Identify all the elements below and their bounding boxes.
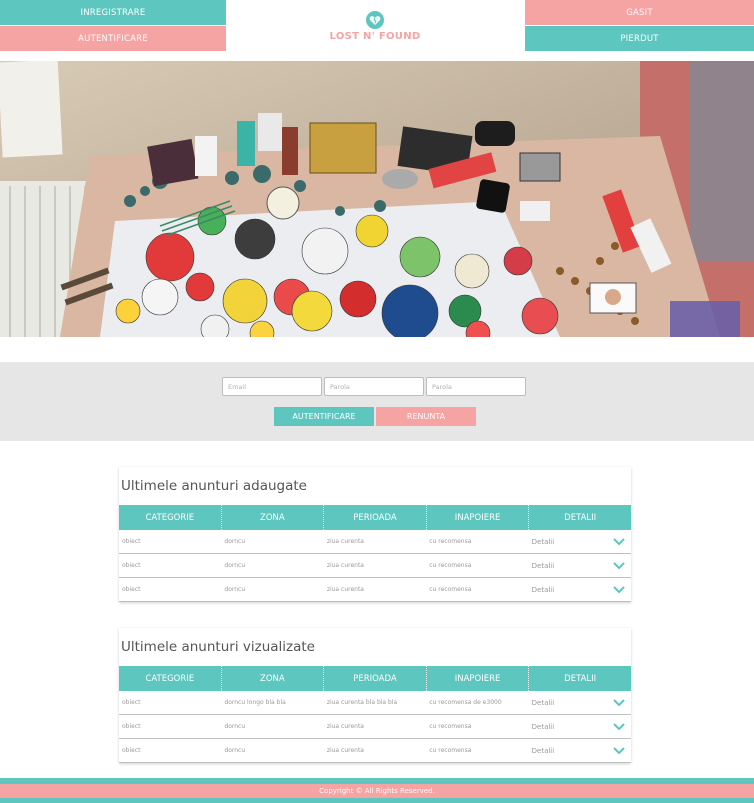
recent-viewed-panel: Ultimele anunturi vizualizate CATEGORIE …: [119, 628, 631, 763]
cell-perioada: ziua curenta: [326, 723, 364, 730]
cell-inapoiere: cu recomensa: [429, 562, 472, 569]
column-header-detalii[interactable]: DETALII: [529, 505, 631, 530]
panel-title: Ultimele anunturi adaugate: [121, 478, 307, 494]
cell-categorie: obiect: [122, 562, 141, 569]
cell-zona: dorncu longo bla bla: [224, 699, 286, 706]
cell-zona: dorncu: [224, 747, 246, 754]
details-link[interactable]: Detalii: [532, 747, 555, 755]
login-cancel-button[interactable]: RENUNTA: [376, 407, 476, 426]
column-header-categorie[interactable]: CATEGORIE: [119, 666, 222, 691]
cell-inapoiere: cu recomensa de e3000: [429, 699, 502, 706]
table-row[interactable]: obiect dorncu ziua curenta cu recomensa …: [119, 554, 631, 578]
details-link[interactable]: Detalii: [532, 562, 555, 570]
column-header-zona[interactable]: ZONA: [221, 666, 325, 691]
cell-detalii: Detalii: [529, 691, 631, 714]
chevron-down-icon[interactable]: [613, 561, 625, 570]
cell-detalii: Detalii: [529, 554, 631, 577]
site-footer: Copyright © All Rights Reserved.: [0, 784, 754, 798]
cell-inapoiere: cu recomensa: [429, 723, 472, 730]
details-link[interactable]: Detalii: [532, 723, 555, 731]
hero-image: [0, 61, 754, 337]
table-header: CATEGORIE ZONA PERIOADA INAPOIERE DETALI…: [119, 505, 631, 530]
column-header-zona[interactable]: ZONA: [221, 505, 325, 530]
cell-perioada: ziua curenta: [326, 538, 364, 545]
cell-zona: dorncu: [224, 538, 246, 545]
cell-zona: dorncu: [224, 723, 246, 730]
cell-perioada: ziua curenta: [326, 747, 364, 754]
column-header-detalii[interactable]: DETALII: [529, 666, 631, 691]
column-header-inapoiere[interactable]: INAPOIERE: [426, 505, 530, 530]
cell-categorie: obiect: [122, 586, 141, 593]
chevron-down-icon[interactable]: [613, 537, 625, 546]
table-header: CATEGORIE ZONA PERIOADA INAPOIERE DETALI…: [119, 666, 631, 691]
cell-categorie: obiect: [122, 699, 141, 706]
panel-title: Ultimele anunturi vizualizate: [121, 639, 315, 655]
cell-detalii: Detalii: [529, 739, 631, 762]
chevron-down-icon[interactable]: [613, 746, 625, 755]
chevron-down-icon[interactable]: [613, 585, 625, 594]
cell-categorie: obiect: [122, 538, 141, 545]
cell-zona: dorncu: [224, 562, 246, 569]
password-field[interactable]: [324, 377, 424, 396]
column-header-perioada[interactable]: PERIOADA: [324, 666, 427, 691]
table-row[interactable]: obiect dorncu ziua curenta cu recomensa …: [119, 739, 631, 763]
table-row[interactable]: obiect dorncu ziua curenta cu recomensa …: [119, 715, 631, 739]
table-row[interactable]: obiect dorncu ziua curenta cu recomensa …: [119, 530, 631, 554]
cell-perioada: ziua curenta: [326, 586, 364, 593]
chevron-down-icon[interactable]: [613, 722, 625, 731]
details-link[interactable]: Detalii: [532, 699, 555, 707]
cell-inapoiere: cu recomensa: [429, 586, 472, 593]
lost-items-photo: [0, 61, 754, 337]
recent-added-panel: Ultimele anunturi adaugate CATEGORIE ZON…: [119, 467, 631, 602]
cell-inapoiere: cu recomensa: [429, 747, 472, 754]
cell-detalii: Detalii: [529, 578, 631, 601]
login-submit-button[interactable]: AUTENTIFICARE: [274, 407, 374, 426]
cell-perioada: ziua curenta bla bla bla: [326, 699, 398, 706]
column-header-inapoiere[interactable]: INAPOIERE: [426, 666, 530, 691]
nav-lost-button[interactable]: PIERDUT: [525, 26, 754, 51]
copyright-text: Copyright © All Rights Reserved.: [319, 787, 435, 795]
cell-categorie: obiect: [122, 747, 141, 754]
chevron-down-icon[interactable]: [613, 698, 625, 707]
site-logo[interactable]: LOST N' FOUND: [226, 0, 524, 52]
column-header-perioada[interactable]: PERIOADA: [324, 505, 427, 530]
details-link[interactable]: Detalii: [532, 586, 555, 594]
cell-detalii: Detalii: [529, 715, 631, 738]
nav-register-button[interactable]: INREGISTRARE: [0, 0, 226, 25]
login-form: AUTENTIFICARE RENUNTA: [0, 362, 754, 441]
email-field[interactable]: [222, 377, 322, 396]
nav-login-button[interactable]: AUTENTIFICARE: [0, 26, 226, 51]
cell-categorie: obiect: [122, 723, 141, 730]
site-header: INREGISTRARE AUTENTIFICARE LOST N' FOUND…: [0, 0, 754, 52]
nav-found-button[interactable]: GASIT: [525, 0, 754, 25]
table-row[interactable]: obiect dorncu ziua curenta cu recomensa …: [119, 578, 631, 602]
cell-detalii: Detalii: [529, 530, 631, 553]
logo-text: LOST N' FOUND: [329, 30, 421, 42]
cell-inapoiere: cu recomensa: [429, 538, 472, 545]
column-header-categorie[interactable]: CATEGORIE: [119, 505, 222, 530]
footer-bottom-stripe: [0, 798, 754, 803]
cell-perioada: ziua curenta: [326, 562, 364, 569]
details-link[interactable]: Detalii: [532, 538, 555, 546]
password-confirm-field[interactable]: [426, 377, 526, 396]
broken-heart-icon: [366, 10, 384, 29]
table-row[interactable]: obiect dorncu longo bla bla ziua curenta…: [119, 691, 631, 715]
cell-zona: dorncu: [224, 586, 246, 593]
